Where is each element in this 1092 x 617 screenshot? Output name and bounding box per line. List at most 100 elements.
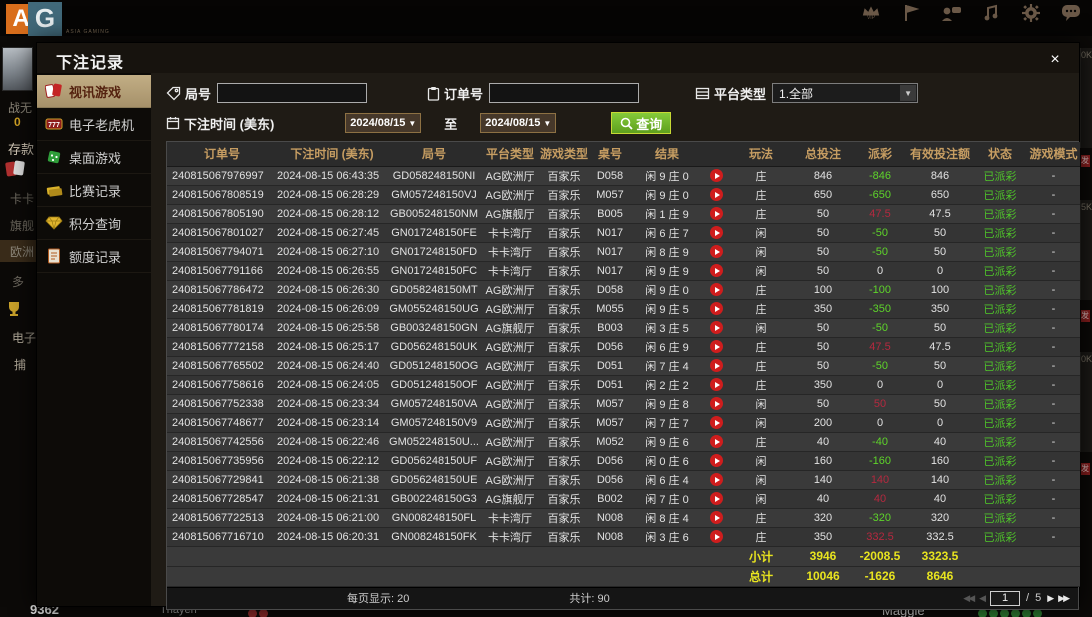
close-icon[interactable]: × (1045, 50, 1065, 70)
cell-payout: 47.5 (853, 204, 907, 224)
page-number-input[interactable] (990, 590, 1021, 606)
cell-order: 240815067772158 (167, 337, 277, 357)
play-video-button[interactable] (709, 359, 723, 372)
play-video-button[interactable] (709, 530, 723, 543)
cell-table-no: B002 (589, 489, 631, 509)
query-button-label: 查询 (636, 116, 663, 132)
date-from-picker[interactable]: 2024/08/15 ▼ (345, 113, 422, 133)
sidebar-item-slots[interactable]: 777 电子老虎机 (37, 108, 151, 141)
cell-result: 闲 7 庄 4 (631, 356, 703, 376)
sidebar-item-table-games[interactable]: 桌面游戏 (37, 141, 151, 174)
flag-icon[interactable] (898, 4, 924, 32)
play-video-button[interactable] (709, 397, 723, 410)
cell-play: 庄 (729, 375, 793, 395)
cell-payout: 140 (853, 470, 907, 490)
cell-table-no: D051 (589, 375, 631, 395)
cell-order: 240815067801027 (167, 223, 277, 243)
cell-replay (703, 527, 729, 547)
cell-mode: - (1027, 451, 1080, 471)
ag-logo[interactable]: A G ASIA GAMING (6, 2, 109, 36)
cell-time: 2024-08-15 06:26:30 (277, 280, 387, 300)
vip-crown-icon[interactable]: VIP (858, 4, 884, 32)
play-video-button[interactable] (709, 340, 723, 353)
grand-total-label: 总计 (729, 565, 793, 587)
cell-status: 已派彩 (973, 242, 1027, 262)
per-page-label: 每页显示: 20 (347, 593, 410, 605)
play-video-button[interactable] (709, 378, 723, 391)
sidebar-item-label: 电子老虎机 (69, 117, 135, 133)
play-video-button[interactable] (709, 302, 723, 315)
cell-round: GB003248150GN (387, 318, 481, 338)
chat-icon[interactable] (1058, 4, 1084, 32)
platform-type-label-group: 平台类型 (695, 84, 766, 103)
query-button[interactable]: 查询 (611, 112, 672, 134)
sidebar-item-points-inquiry[interactable]: 积分查询 (37, 207, 151, 240)
music-icon[interactable] (978, 4, 1004, 32)
cell-round: GN017248150FE (387, 223, 481, 243)
bg-balance-fragment: 0 (14, 115, 21, 129)
play-video-button[interactable] (709, 264, 723, 277)
prev-page-button[interactable]: ◀ (979, 593, 986, 604)
cell-table-no: N008 (589, 527, 631, 547)
cell-game-type: 百家乐 (539, 394, 589, 414)
cell-order: 240815067976997 (167, 166, 277, 186)
subtotal-row: 小计 3946 -2008.5 3323.5 (167, 545, 1080, 567)
sidebar-item-label: 积分查询 (69, 216, 122, 232)
grand-total-valid-bet: 8646 (907, 565, 973, 587)
date-to-picker[interactable]: 2024/08/15 ▼ (480, 113, 557, 133)
cell-time: 2024-08-15 06:24:40 (277, 356, 387, 376)
play-video-button[interactable] (709, 169, 723, 182)
play-video-button[interactable] (709, 511, 723, 524)
play-video-button[interactable] (709, 321, 723, 334)
play-video-button[interactable] (709, 416, 723, 429)
date-to-value: 2024/08/15 (485, 117, 541, 129)
cell-mode: - (1027, 261, 1080, 281)
cell-valid-bet: 160 (907, 451, 973, 471)
first-page-button[interactable]: ◀◀ (963, 593, 975, 604)
table-row: 240815067729841 2024-08-15 06:21:38 GD05… (167, 470, 1080, 490)
last-page-button[interactable]: ▶▶ (1058, 593, 1070, 604)
round-number-input[interactable] (217, 83, 368, 103)
table-row: 240815067808519 2024-08-15 06:28:29 GM05… (167, 185, 1080, 205)
order-number-input[interactable] (489, 83, 640, 103)
bet-time-label: 下注时间 (美东) (184, 116, 275, 132)
cell-game-type: 百家乐 (539, 375, 589, 395)
cell-round: GD051248150OG (387, 356, 481, 376)
play-video-button[interactable] (709, 188, 723, 201)
play-video-button[interactable] (709, 454, 723, 467)
sidebar-item-quota-records[interactable]: 额度记录 (37, 240, 151, 273)
support-icon[interactable] (938, 4, 964, 32)
svg-text:777: 777 (48, 122, 60, 129)
cell-total-bet: 320 (793, 508, 853, 528)
play-video-button[interactable] (709, 245, 723, 258)
cell-valid-bet: 50 (907, 223, 973, 243)
cell-valid-bet: 650 (907, 185, 973, 205)
table-row: 240815067765502 2024-08-15 06:24:40 GD05… (167, 356, 1080, 376)
sidebar-item-match-records[interactable]: 比赛记录 (37, 174, 151, 207)
play-icon (714, 438, 720, 445)
date-to-label: 至 (444, 116, 458, 132)
play-icon (714, 495, 720, 502)
platform-type-select[interactable]: 1.全部 ▼ (772, 83, 919, 103)
order-number-label: 订单号 (444, 86, 484, 102)
play-video-button[interactable] (709, 435, 723, 448)
play-icon (714, 400, 720, 407)
next-page-button[interactable]: ▶ (1047, 593, 1054, 604)
col-header-table-no: 桌号 (589, 142, 631, 167)
cell-replay (703, 413, 729, 433)
play-video-button[interactable] (709, 283, 723, 296)
sidebar-item-video-games[interactable]: 视讯游戏 (37, 75, 159, 108)
bg-right-tile-1: 0K (1080, 48, 1092, 148)
cell-play: 庄 (729, 299, 793, 319)
play-video-button[interactable] (709, 207, 723, 220)
vip-label: VIP (866, 15, 876, 21)
play-video-button[interactable] (709, 492, 723, 505)
cell-order: 240815067780174 (167, 318, 277, 338)
play-video-button[interactable] (709, 473, 723, 486)
cell-platform: AG旗舰厅 (481, 318, 539, 338)
cell-total-bet: 50 (793, 394, 853, 414)
cell-result: 闲 9 庄 0 (631, 280, 703, 300)
gear-icon[interactable] (1018, 4, 1044, 32)
cell-total-bet: 50 (793, 318, 853, 338)
play-video-button[interactable] (709, 226, 723, 239)
